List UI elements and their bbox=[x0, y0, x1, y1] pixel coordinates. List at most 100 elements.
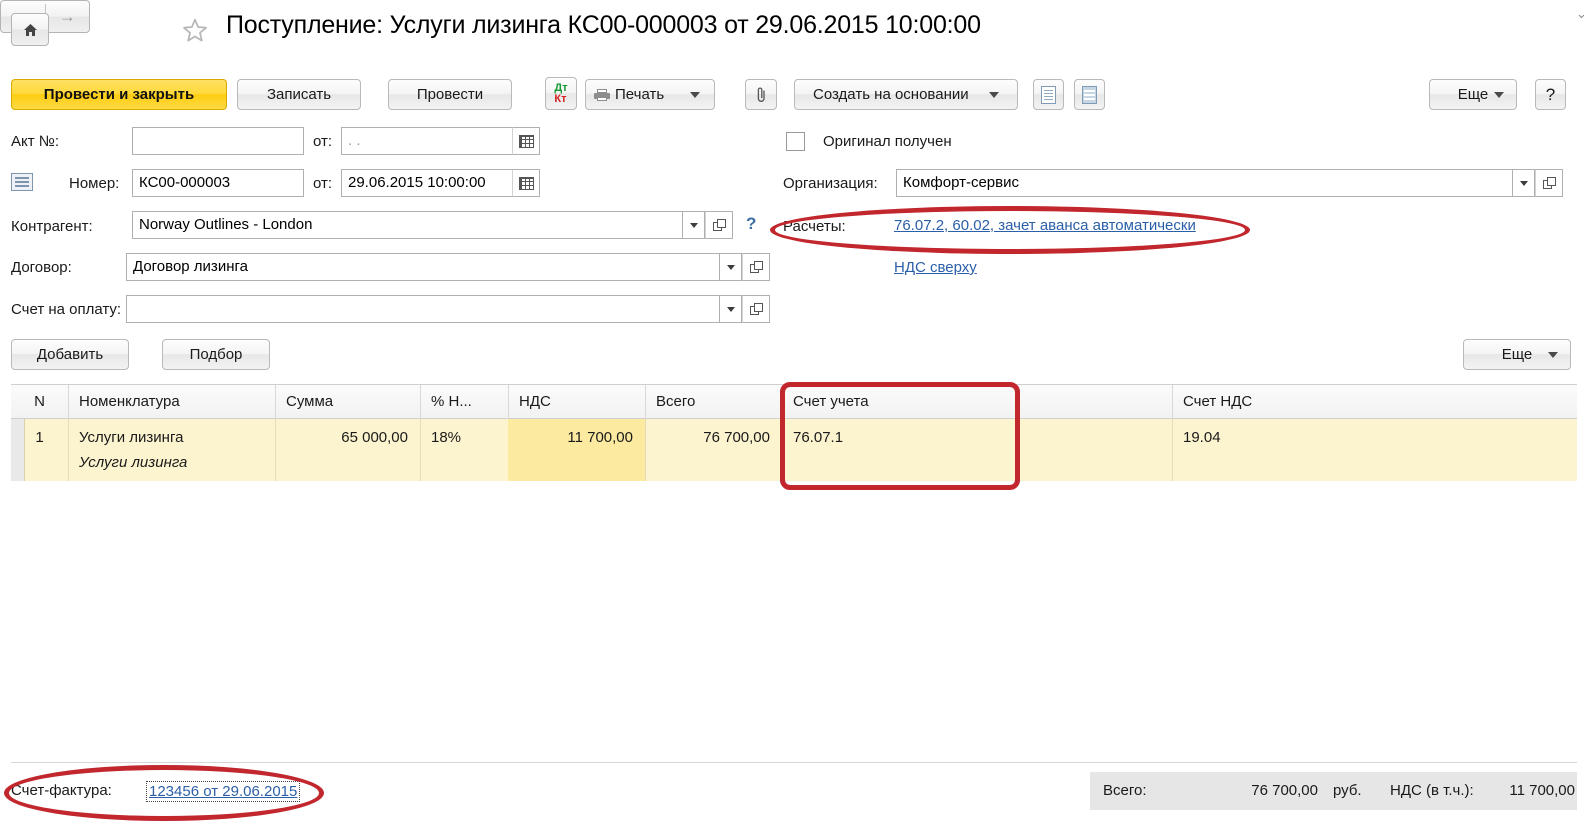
cell-vat-account[interactable]: 19.04 bbox=[1172, 419, 1577, 481]
open-picker-icon bbox=[1542, 176, 1556, 190]
contract-input[interactable]: Договор лизинга bbox=[126, 253, 720, 281]
original-received-checkbox[interactable] bbox=[786, 132, 805, 151]
printer-icon bbox=[594, 88, 610, 101]
forward-button[interactable]: → bbox=[46, 1, 90, 32]
help-button[interactable]: ? bbox=[1535, 79, 1566, 110]
payment-invoice-input[interactable] bbox=[126, 295, 720, 323]
column-header-vat-rate[interactable]: % Н... bbox=[420, 385, 508, 419]
cell-amount[interactable]: 65 000,00 bbox=[275, 419, 420, 481]
more-menu-button[interactable]: Еще bbox=[1429, 79, 1517, 110]
table-empty-area[interactable] bbox=[11, 481, 1577, 760]
organization-dropdown-button[interactable] bbox=[1513, 169, 1535, 197]
totals-panel: Всего: 76 700,00 руб. НДС (в т.ч.): 11 7… bbox=[1090, 772, 1577, 810]
chevron-down-icon bbox=[726, 306, 735, 312]
chevron-down-icon bbox=[1548, 351, 1558, 358]
vat-total-value: 11 700,00 bbox=[1509, 782, 1575, 799]
post-and-close-label: Провести и закрыть bbox=[43, 86, 195, 103]
add-row-button[interactable]: Добавить bbox=[11, 339, 129, 370]
cell-nomenclature[interactable]: Услуги лизинга Услуги лизинга bbox=[68, 419, 275, 481]
number-date-calendar-button[interactable] bbox=[512, 169, 540, 197]
settlements-label: Расчеты: bbox=[783, 218, 846, 235]
payment-invoice-dropdown-button[interactable] bbox=[720, 295, 742, 323]
items-table: N Номенклатура Сумма % Н... НДС Всего Сч… bbox=[11, 384, 1577, 481]
print-button[interactable]: Печать bbox=[585, 79, 715, 110]
cell-amount-text: 65 000,00 bbox=[341, 429, 408, 446]
more-label: Еще bbox=[1457, 86, 1489, 103]
counterparty-input[interactable]: Norway Outlines - London bbox=[132, 211, 683, 239]
post-button[interactable]: Провести bbox=[388, 79, 512, 110]
chevron-down-icon bbox=[1494, 91, 1504, 98]
open-picker-icon bbox=[749, 260, 763, 274]
original-received-label: Оригинал получен bbox=[823, 133, 952, 150]
number-date-input[interactable]: 29.06.2015 10:00:00 bbox=[341, 169, 513, 197]
chevron-down-icon bbox=[1519, 180, 1528, 186]
print-label: Печать bbox=[615, 86, 665, 103]
counterparty-open-button[interactable] bbox=[705, 211, 733, 239]
note-icon[interactable] bbox=[11, 173, 33, 191]
cell-nomenclature-main: Услуги лизинга bbox=[79, 429, 184, 446]
cell-account[interactable]: 76.07.1 bbox=[782, 419, 1172, 481]
registers-button[interactable] bbox=[1074, 79, 1105, 110]
cell-vat[interactable]: 11 700,00 bbox=[508, 419, 645, 446]
create-based-on-button[interactable]: Создать на основании bbox=[794, 79, 1018, 110]
table-more-label: Еще bbox=[1501, 346, 1533, 363]
contract-open-button[interactable] bbox=[742, 253, 770, 281]
column-header-nomenclature[interactable]: Номенклатура bbox=[68, 385, 275, 419]
add-to-favorites-button[interactable] bbox=[178, 15, 212, 45]
invoice-link[interactable]: 123456 от 29.06.2015 bbox=[146, 781, 301, 802]
pick-items-button[interactable]: Подбор bbox=[162, 339, 270, 370]
organization-label: Организация: bbox=[783, 175, 878, 192]
settlements-link[interactable]: 76.07.2, 60.02, зачет аванса автоматичес… bbox=[894, 217, 1196, 234]
table-more-menu-button[interactable]: Еще bbox=[1463, 339, 1571, 370]
cell-vat-account-text: 19.04 bbox=[1183, 429, 1221, 446]
cell-vat-text: 11 700,00 bbox=[567, 429, 633, 446]
counterparty-dropdown-button[interactable] bbox=[683, 211, 705, 239]
payment-invoice-label: Счет на оплату: bbox=[11, 301, 122, 318]
total-label: Всего: bbox=[1103, 782, 1147, 799]
contract-dropdown-button[interactable] bbox=[720, 253, 742, 281]
command-bar: Провести и закрыть Записать Провести Дт … bbox=[0, 66, 1588, 122]
act-number-input[interactable] bbox=[132, 127, 304, 155]
organization-open-button[interactable] bbox=[1535, 169, 1563, 197]
chevron-down-icon bbox=[689, 222, 698, 228]
document-form-window: ← → Поступление: Услуги лизинга КС00-000… bbox=[0, 0, 1588, 826]
cell-nomenclature-sub: Услуги лизинга bbox=[79, 454, 188, 471]
register-list-icon bbox=[1082, 85, 1097, 104]
cell-account-text: 76.07.1 bbox=[793, 429, 844, 446]
act-date-input[interactable]: . . bbox=[341, 127, 513, 155]
payment-invoice-open-button[interactable] bbox=[742, 295, 770, 323]
act-date-calendar-button[interactable] bbox=[512, 127, 540, 155]
counterparty-help-icon[interactable]: ? bbox=[746, 214, 756, 234]
home-button[interactable] bbox=[11, 13, 49, 46]
credit-label: Кт bbox=[554, 92, 567, 105]
calendar-icon bbox=[518, 134, 534, 148]
write-button[interactable]: Записать bbox=[237, 79, 361, 110]
column-header-n[interactable]: N bbox=[11, 385, 68, 419]
column-header-vat-account[interactable]: Счет НДС bbox=[1172, 385, 1577, 419]
attachments-button[interactable] bbox=[745, 79, 777, 110]
chevron-down-icon bbox=[989, 91, 999, 98]
table-row[interactable]: 1 Услуги лизинга Услуги лизинга 65 000,0… bbox=[11, 419, 1577, 481]
cell-vat-rate[interactable]: 18% bbox=[420, 419, 508, 481]
home-icon bbox=[23, 23, 37, 36]
show-postings-button[interactable]: Дт Кт bbox=[545, 77, 577, 110]
cell-n[interactable]: 1 bbox=[11, 429, 68, 446]
help-label: ? bbox=[1545, 84, 1556, 104]
contract-label: Договор: bbox=[11, 259, 72, 276]
post-and-close-button[interactable]: Провести и закрыть bbox=[11, 79, 227, 110]
column-header-amount[interactable]: Сумма bbox=[275, 385, 420, 419]
write-label: Записать bbox=[266, 86, 332, 103]
vat-mode-link[interactable]: НДС сверху bbox=[894, 259, 977, 276]
number-date-label: от: bbox=[313, 175, 333, 192]
number-input[interactable]: КС00-000003 bbox=[132, 169, 304, 197]
column-header-account[interactable]: Счет учета bbox=[782, 385, 1172, 419]
currency-label: руб. bbox=[1333, 782, 1362, 799]
organization-input[interactable]: Комфорт-сервис bbox=[896, 169, 1513, 197]
title-bar: ← → Поступление: Услуги лизинга КС00-000… bbox=[0, 0, 1588, 60]
column-header-total[interactable]: Всего bbox=[645, 385, 782, 419]
open-picker-icon bbox=[712, 218, 726, 232]
column-header-vat[interactable]: НДС bbox=[508, 385, 645, 419]
window-corner-marker: ⌄ bbox=[1576, 6, 1587, 21]
cell-total[interactable]: 76 700,00 bbox=[645, 419, 782, 481]
document-report-button[interactable] bbox=[1033, 79, 1064, 110]
